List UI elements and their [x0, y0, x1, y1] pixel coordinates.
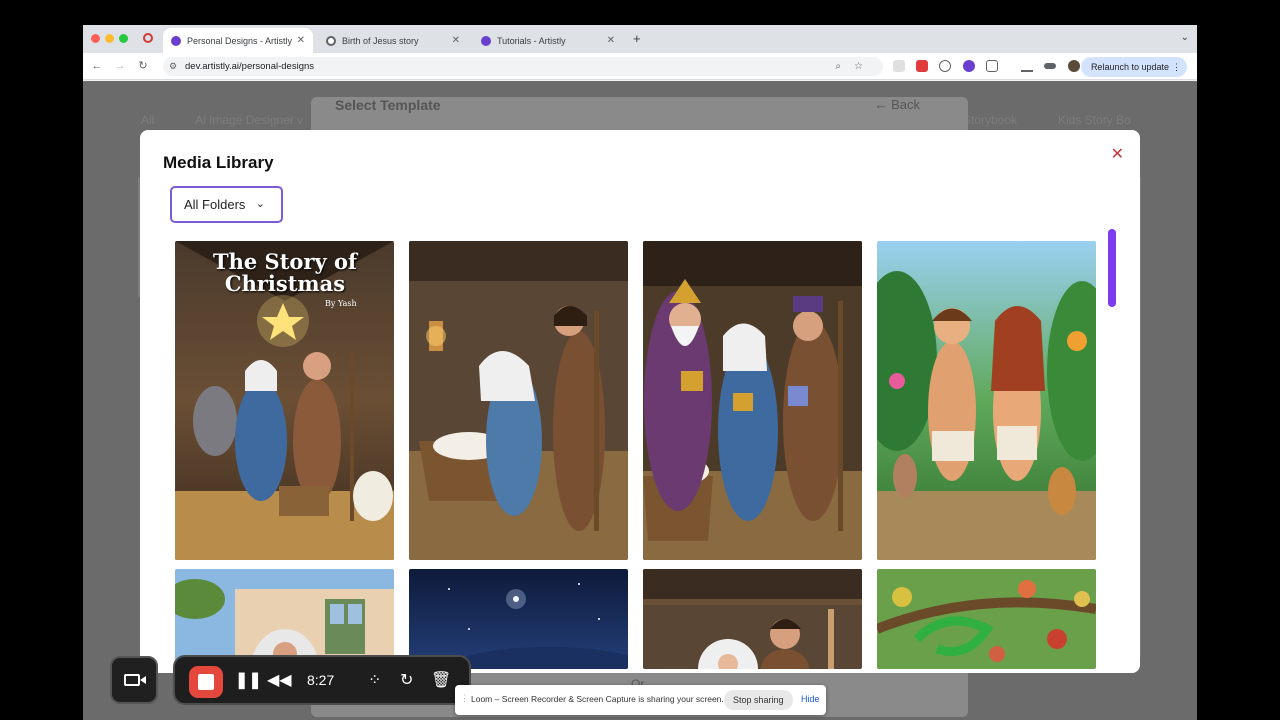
media-item-adam-eve[interactable]: [877, 241, 1096, 560]
camera-icon: [124, 674, 140, 686]
media-item-wise-men[interactable]: [643, 241, 862, 560]
tab-personal-designs[interactable]: Personal Designs - Artistly ✕: [163, 28, 313, 53]
media-item-serpent-tree[interactable]: [877, 569, 1096, 669]
minimize-window-button[interactable]: [105, 34, 114, 43]
close-icon[interactable]: ✕: [1111, 144, 1124, 164]
extension-1-icon[interactable]: [893, 60, 905, 72]
village-house-image: [175, 569, 394, 669]
close-window-button[interactable]: [91, 34, 100, 43]
serpent-apple-tree-image: [877, 569, 1096, 669]
new-tab-icon[interactable]: +: [633, 31, 641, 46]
forward-nav-icon[interactable]: →: [112, 58, 128, 74]
relaunch-label: Relaunch to update: [1090, 62, 1169, 72]
stop-recording-button[interactable]: [189, 666, 223, 698]
loom-camera-button[interactable]: [110, 656, 158, 704]
extension-youtube-icon[interactable]: [916, 60, 928, 72]
stop-sharing-button[interactable]: Stop sharing: [724, 690, 793, 710]
pause-icon[interactable]: ❚❚: [235, 671, 262, 691]
globe-favicon-icon: [326, 35, 336, 46]
maximize-window-button[interactable]: [119, 34, 128, 43]
mary-manger-image: [409, 241, 628, 560]
artistly-favicon-icon: [171, 35, 181, 46]
close-tab-icon[interactable]: ✕: [607, 35, 615, 46]
browser-window: Personal Designs - Artistly ✕ Birth of J…: [83, 25, 1197, 720]
media-library-modal: Media Library ✕ All Folders ⌄ The Story …: [140, 130, 1140, 673]
extension-cloud-icon[interactable]: [939, 60, 951, 72]
folder-select[interactable]: All Folders ⌄: [170, 186, 283, 223]
trash-icon[interactable]: 🗑: [431, 671, 451, 691]
back-label: Back: [891, 97, 920, 112]
bg-tab-kids-story: Kids Story Bo: [1058, 113, 1131, 127]
recording-time: 8:27: [307, 672, 335, 688]
screen: Personal Designs - Artistly ✕ Birth of J…: [0, 0, 1280, 720]
download-icon[interactable]: [1021, 60, 1033, 72]
modal-title: Media Library: [163, 153, 274, 172]
record-indicator-icon: [143, 33, 153, 43]
more-menu-icon[interactable]: ⋮: [1172, 57, 1181, 77]
url-text: dev.artistly.ai/personal-designs: [185, 61, 315, 72]
folder-select-value: All Folders: [184, 197, 246, 212]
chevron-down-icon: ⌄: [255, 198, 265, 210]
bookmark-star-icon[interactable]: ☆: [854, 57, 863, 76]
restart-icon[interactable]: ↻: [400, 671, 413, 691]
bg-tab-storybook: Storybook: [963, 113, 1018, 127]
zoom-icon[interactable]: ⌕: [835, 57, 841, 76]
media-item-village[interactable]: [175, 569, 394, 669]
media-item-stable[interactable]: [643, 569, 862, 669]
hide-banner-link[interactable]: Hide: [801, 694, 820, 704]
wise-men-image: [643, 241, 862, 560]
bg-tab-all: All: [141, 113, 155, 127]
media-item-mary-manger[interactable]: [409, 241, 628, 560]
rewind-icon[interactable]: ◀◀: [267, 671, 292, 691]
media-control-icon[interactable]: [1044, 63, 1056, 69]
media-item-starry-night[interactable]: [409, 569, 628, 669]
drag-handle-icon[interactable]: ⋮: [460, 693, 469, 704]
tab-title: Tutorials - Artistly: [497, 35, 566, 46]
back-button[interactable]: ← Back: [874, 97, 920, 112]
tab-search-icon[interactable]: ⌄: [1181, 32, 1189, 43]
cover-title: The Story of Christmas: [212, 249, 358, 296]
bg-tab-ai-image-designer: Ai Image Designer v: [195, 113, 304, 127]
tab-title: Personal Designs - Artistly: [187, 35, 293, 46]
media-item-christmas-cover[interactable]: The Story of Christmas By Yash: [175, 241, 394, 560]
relaunch-button[interactable]: Relaunch to update ⋮: [1080, 57, 1187, 77]
adam-eve-garden-image: [877, 241, 1096, 560]
site-info-icon[interactable]: ⚙: [169, 57, 177, 76]
tab-birth-of-jesus[interactable]: Birth of Jesus story ✕: [318, 28, 468, 53]
share-banner-text: Loom – Screen Recorder & Screen Capture …: [471, 694, 724, 704]
close-tab-icon[interactable]: ✕: [297, 35, 305, 46]
tab-title: Birth of Jesus story: [342, 35, 419, 46]
scrollbar[interactable]: [1108, 229, 1116, 669]
select-template-title: Select Template: [335, 97, 441, 113]
reload-icon[interactable]: ↻: [135, 58, 151, 74]
page-content: All Ai Image Designer v Storybook Kids S…: [83, 81, 1197, 720]
drawing-grid-icon[interactable]: ⁘: [368, 671, 381, 691]
loom-control-bar: ❚❚ ◀◀ 8:27 ⁘ ↻ 🗑: [173, 655, 471, 705]
close-tab-icon[interactable]: ✕: [452, 35, 460, 46]
camera-lens-icon: [140, 676, 146, 684]
address-bar[interactable]: ⚙ dev.artistly.ai/personal-designs ⌕ ☆: [163, 57, 883, 76]
artistly-favicon-icon: [481, 35, 491, 46]
scrollbar-thumb[interactable]: [1108, 229, 1116, 307]
extensions-puzzle-icon[interactable]: [986, 60, 998, 72]
stable-interior-image: [643, 569, 862, 669]
extension-loom-icon[interactable]: [963, 60, 975, 72]
browser-toolbar: ← → ↻ ⚙ dev.artistly.ai/personal-designs…: [83, 53, 1197, 80]
screen-share-banner: ⋮ Loom – Screen Recorder & Screen Captur…: [455, 685, 826, 715]
starry-night-image: [409, 569, 628, 669]
tab-strip: Personal Designs - Artistly ✕ Birth of J…: [83, 25, 1197, 53]
profile-avatar[interactable]: [1068, 60, 1080, 72]
cover-author: By Yash: [325, 299, 357, 308]
back-nav-icon[interactable]: ←: [89, 58, 105, 74]
tab-tutorials[interactable]: Tutorials - Artistly ✕: [473, 28, 623, 53]
